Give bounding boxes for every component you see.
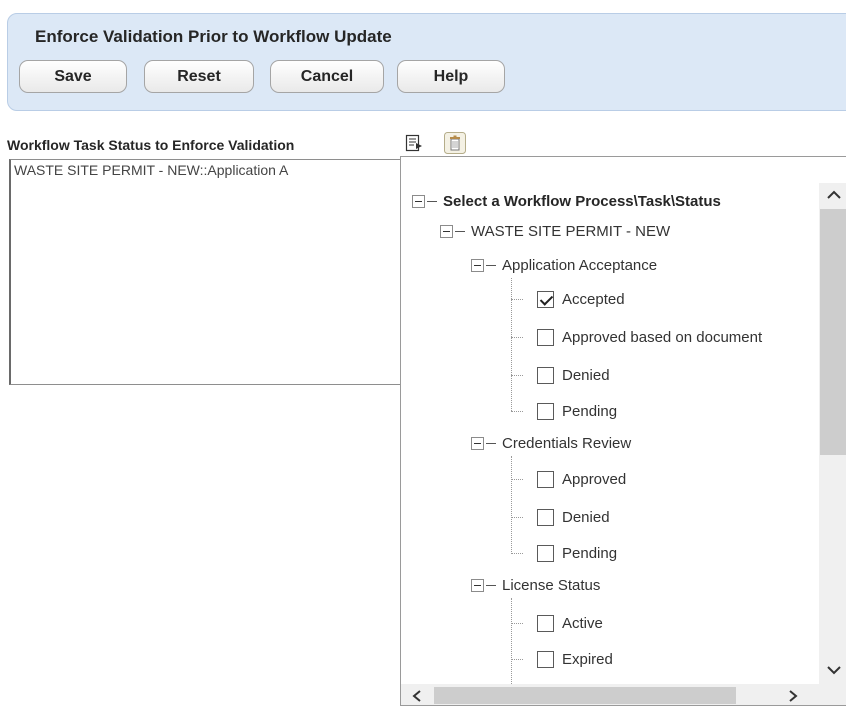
save-button[interactable]: Save xyxy=(19,60,127,93)
tree-task-label: License Status xyxy=(502,576,601,594)
collapse-toggle[interactable] xyxy=(440,224,453,238)
status-label: Active xyxy=(562,614,603,632)
tree-root: Select a Workflow Process\Task\Status xyxy=(412,189,721,213)
tree-status-item[interactable]: Pending xyxy=(511,399,617,423)
collapse-toggle[interactable] xyxy=(471,578,484,592)
status-label: Denied xyxy=(562,508,610,526)
status-label: Denied xyxy=(562,366,610,384)
status-label: Pending xyxy=(562,544,618,562)
status-checkbox[interactable] xyxy=(537,290,554,308)
tree-status-item[interactable]: Active xyxy=(511,611,603,635)
tree-status-item[interactable]: Denied xyxy=(511,505,610,529)
status-checkbox[interactable] xyxy=(537,470,554,488)
collapse-toggle[interactable] xyxy=(471,436,484,450)
chevron-up-icon[interactable] xyxy=(819,183,846,207)
tree-task-label: Credentials Review xyxy=(502,434,632,452)
reset-button[interactable]: Reset xyxy=(144,60,254,93)
workflow-tree-popup: Select a Workflow Process\Task\Status WA… xyxy=(400,156,846,706)
status-label: Approved xyxy=(562,470,627,488)
collapse-toggle[interactable] xyxy=(471,258,484,272)
chevron-down-icon[interactable] xyxy=(819,658,846,682)
selected-status-value: WASTE SITE PERMIT - NEW::Application A xyxy=(14,162,289,178)
workflow-tree: Select a Workflow Process\Task\Status WA… xyxy=(401,157,819,684)
status-checkbox[interactable] xyxy=(537,328,554,346)
select-list-icon[interactable] xyxy=(403,132,425,154)
vertical-scrollbar[interactable] xyxy=(819,183,846,684)
tree-task: Application Acceptance xyxy=(471,253,657,277)
tree-process-label: WASTE SITE PERMIT - NEW xyxy=(471,222,671,240)
status-label: Approved based on document xyxy=(562,328,763,346)
tree-status-item[interactable]: Denied xyxy=(511,363,610,387)
horizontal-scroll-thumb[interactable] xyxy=(434,687,736,704)
tree-status-item[interactable]: Approved based on document xyxy=(511,325,762,349)
trash-icon[interactable] xyxy=(444,132,466,154)
status-label: Accepted xyxy=(562,290,625,308)
tree-task: License Status xyxy=(471,573,600,597)
help-button[interactable]: Help xyxy=(397,60,505,93)
status-checkbox[interactable] xyxy=(537,544,554,562)
header-panel: Enforce Validation Prior to Workflow Upd… xyxy=(7,13,846,111)
status-label: Pending xyxy=(562,402,618,420)
tree-task: Credentials Review xyxy=(471,431,631,455)
status-checkbox[interactable] xyxy=(537,614,554,632)
tree-task-label: Application Acceptance xyxy=(502,256,658,274)
cancel-button[interactable]: Cancel xyxy=(270,60,384,93)
status-label: Expired xyxy=(562,650,613,668)
tree-status-item[interactable]: Pending xyxy=(511,541,617,565)
status-checkbox[interactable] xyxy=(537,402,554,420)
vertical-scroll-thumb[interactable] xyxy=(820,209,846,455)
status-checkbox[interactable] xyxy=(537,366,554,384)
field-label: Workflow Task Status to Enforce Validati… xyxy=(7,137,295,153)
workflow-status-listbox[interactable]: WASTE SITE PERMIT - NEW::Application A xyxy=(9,159,409,385)
collapse-toggle[interactable] xyxy=(412,194,425,208)
tree-status-item[interactable]: Approved xyxy=(511,467,626,491)
tree-status-item[interactable]: Expired xyxy=(511,647,613,671)
tree-process: WASTE SITE PERMIT - NEW xyxy=(440,219,670,243)
status-checkbox[interactable] xyxy=(537,650,554,668)
status-checkbox[interactable] xyxy=(537,508,554,526)
page-title: Enforce Validation Prior to Workflow Upd… xyxy=(35,27,392,46)
tree-status-item[interactable]: Accepted xyxy=(511,287,625,311)
tree-root-label: Select a Workflow Process\Task\Status xyxy=(443,192,721,210)
